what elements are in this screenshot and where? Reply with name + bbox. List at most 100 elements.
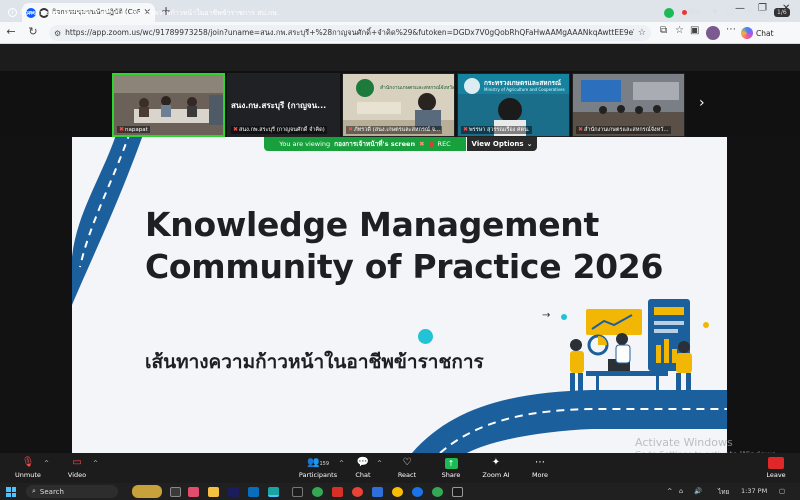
more-label: More [531, 471, 549, 479]
network-icon[interactable]: ⌂ [679, 487, 683, 495]
collections-icon[interactable]: ▣ [690, 25, 699, 36]
share-rec-label: REC [437, 140, 451, 148]
mic-muted-icon: ✖ [119, 126, 125, 133]
activate-windows-title: Activate Windows [635, 436, 733, 449]
site-info-icon[interactable]: ⚙ [54, 29, 61, 38]
back-icon[interactable]: ← [4, 25, 18, 38]
participants-icon: 👥159 [307, 457, 329, 468]
photoshop-app-icon[interactable] [228, 487, 239, 497]
taskbar-app-icon[interactable] [332, 487, 343, 497]
mic-muted-icon: ✖ [463, 126, 469, 133]
gallery-page-indicator[interactable]: 1/6 [774, 8, 790, 17]
participant-overlay-name: สนง.กษ.สระบุรี (กาญจน... [231, 101, 327, 110]
unmute-button[interactable]: 🎙 Unmute [12, 453, 44, 483]
participants-count: 159 [319, 461, 329, 467]
copilot-chat-button[interactable]: Chat [741, 25, 774, 41]
participant-tile[interactable]: สนง.กษ.สระบุรี (กาญจน... ✖สนง.กพ.สระบุรี… [227, 73, 340, 137]
fullscreen-icon[interactable]: ⛶ [727, 7, 733, 17]
slide-title-line2: Community of Practice 2026 [145, 247, 664, 286]
participant-name: ✖พรรษา สุวรรณเรือง ศตน. [461, 126, 532, 134]
zoom-workplace-icon[interactable] [452, 487, 463, 497]
viewing-screen-banner: You are viewing กองการเจ้าหน้าที่'s scre… [264, 137, 466, 151]
video-off-icon: ▭ [72, 457, 82, 468]
photos-app-icon[interactable] [188, 487, 199, 497]
browser-menu-icon[interactable]: ⋯ [726, 24, 736, 35]
office-banner-text: สำนักงานเกษตรและสหกรณ์จังหวัด [380, 85, 455, 91]
favorite-star-icon[interactable]: ☆ [638, 28, 646, 38]
office-team-illustration [561, 299, 709, 404]
mic-muted-icon: ✖ [233, 126, 239, 133]
audio-options-caret-icon[interactable]: ^ [44, 460, 49, 467]
recording-indicator[interactable]: REC [682, 9, 701, 16]
sparkle-icon: ✦ [491, 457, 501, 468]
participants-button[interactable]: 👥159 Participants [296, 453, 340, 483]
share-screen-icon: ↑ [444, 457, 458, 469]
chrome-profile-icon[interactable] [352, 487, 363, 497]
share-button[interactable]: ↑ Share [438, 453, 464, 483]
tray-overflow-icon[interactable]: ^ [667, 487, 672, 495]
profile-avatar[interactable] [706, 26, 720, 40]
participant-tile[interactable]: ✖สำนักงานเกษตรและสหกรณ์จังหวั... [572, 73, 685, 137]
apps-icon[interactable]: ✦ [711, 7, 719, 17]
search-label: Search [39, 487, 64, 496]
taskbar-app-icon[interactable] [292, 487, 303, 497]
reload-icon[interactable]: ↻ [26, 25, 40, 38]
taskbar-clock[interactable]: 1:37 PM [741, 487, 767, 495]
view-layout-icon[interactable]: ▭ [758, 7, 767, 17]
taskbar-search[interactable]: ⌕ Search [26, 485, 118, 498]
leave-button[interactable]: Leave [763, 453, 789, 483]
participant-tile[interactable]: กระทรวงเกษตรและสหกรณ์ Ministry of Agricu… [457, 73, 570, 137]
slide-arrow-icon: → [542, 310, 551, 321]
view-options-button[interactable]: View Options ⌄ [467, 137, 537, 151]
video-options-caret-icon[interactable]: ^ [93, 460, 98, 467]
chrome-profile-icon[interactable] [412, 487, 423, 497]
chat-icon: 💬 [356, 457, 370, 468]
word-app-icon[interactable] [372, 487, 383, 497]
more-button[interactable]: ⋯ More [527, 453, 553, 483]
mic-muted-icon: ✖ [348, 126, 354, 133]
heart-icon: ♡ [402, 457, 412, 468]
zoom-ai-button[interactable]: ✦ Zoom AI [480, 453, 512, 483]
chat-toolbar-label: Chat [355, 471, 371, 479]
participants-caret-icon[interactable]: ^ [339, 460, 344, 467]
react-label: React [397, 471, 417, 479]
chat-caret-icon[interactable]: ^ [377, 460, 382, 467]
notifications-icon[interactable]: ▢ [779, 487, 785, 495]
chrome-profile-icon[interactable] [392, 487, 403, 497]
participants-label: Participants [298, 471, 338, 479]
url-field[interactable]: ⚙ https://app.zoom.us/wc/91789973258/joi… [49, 25, 651, 41]
file-explorer-icon[interactable] [208, 487, 219, 497]
meeting-more-icon[interactable]: ⋯ [744, 7, 753, 17]
share-label: Share [441, 470, 461, 479]
edge-app-icon[interactable] [268, 487, 279, 497]
input-language[interactable]: ไทย [718, 487, 729, 497]
chrome-app-icon[interactable] [312, 487, 323, 497]
windows-start-icon[interactable] [6, 487, 16, 497]
chevron-down-icon: ⌄ [526, 140, 533, 148]
participant-name: ✖สำนักงานเกษตรและสหกรณ์จังหวั... [576, 126, 671, 134]
taskbar-widget-icon[interactable] [132, 485, 162, 498]
more-icon: ⋯ [535, 457, 545, 468]
react-button[interactable]: ♡ React [394, 453, 420, 483]
outlook-app-icon[interactable] [248, 487, 259, 497]
task-view-icon[interactable] [170, 487, 181, 497]
participant-tile[interactable]: ✖napapat [112, 73, 225, 137]
mic-muted-icon: ✖ [578, 126, 584, 133]
slide-title-line1: Knowledge Management [145, 205, 599, 244]
meeting-info-icon[interactable]: i [8, 8, 17, 17]
leave-icon [768, 457, 784, 469]
favorites-icon[interactable]: ☆ [675, 25, 684, 36]
extensions-icon[interactable]: ⧉ [660, 25, 667, 36]
encryption-shield-icon[interactable] [664, 8, 674, 18]
participant-name: ✖สนง.กพ.สระบุรี (กาญจนศักดิ์ จำคิด) [231, 126, 327, 134]
chat-button[interactable]: 💬 Chat [350, 453, 376, 483]
search-icon: ⌕ [32, 487, 36, 495]
rec-dot-icon [682, 10, 687, 15]
video-button[interactable]: ▭ Video [62, 453, 92, 483]
participant-tile[interactable]: สำนักงานเกษตรและสหกรณ์จังหวัด ✖ภัทรวดี (… [342, 73, 455, 137]
chrome-profile-icon[interactable] [432, 487, 443, 497]
volume-icon[interactable]: 🔊 [694, 487, 702, 495]
chat-label: Chat [756, 28, 774, 38]
gallery-next-arrow-icon[interactable]: › [699, 95, 705, 111]
participant-name: ✖ภัทรวดี (สนง.เกษตรและสหกรณ์ จ... [346, 126, 443, 134]
